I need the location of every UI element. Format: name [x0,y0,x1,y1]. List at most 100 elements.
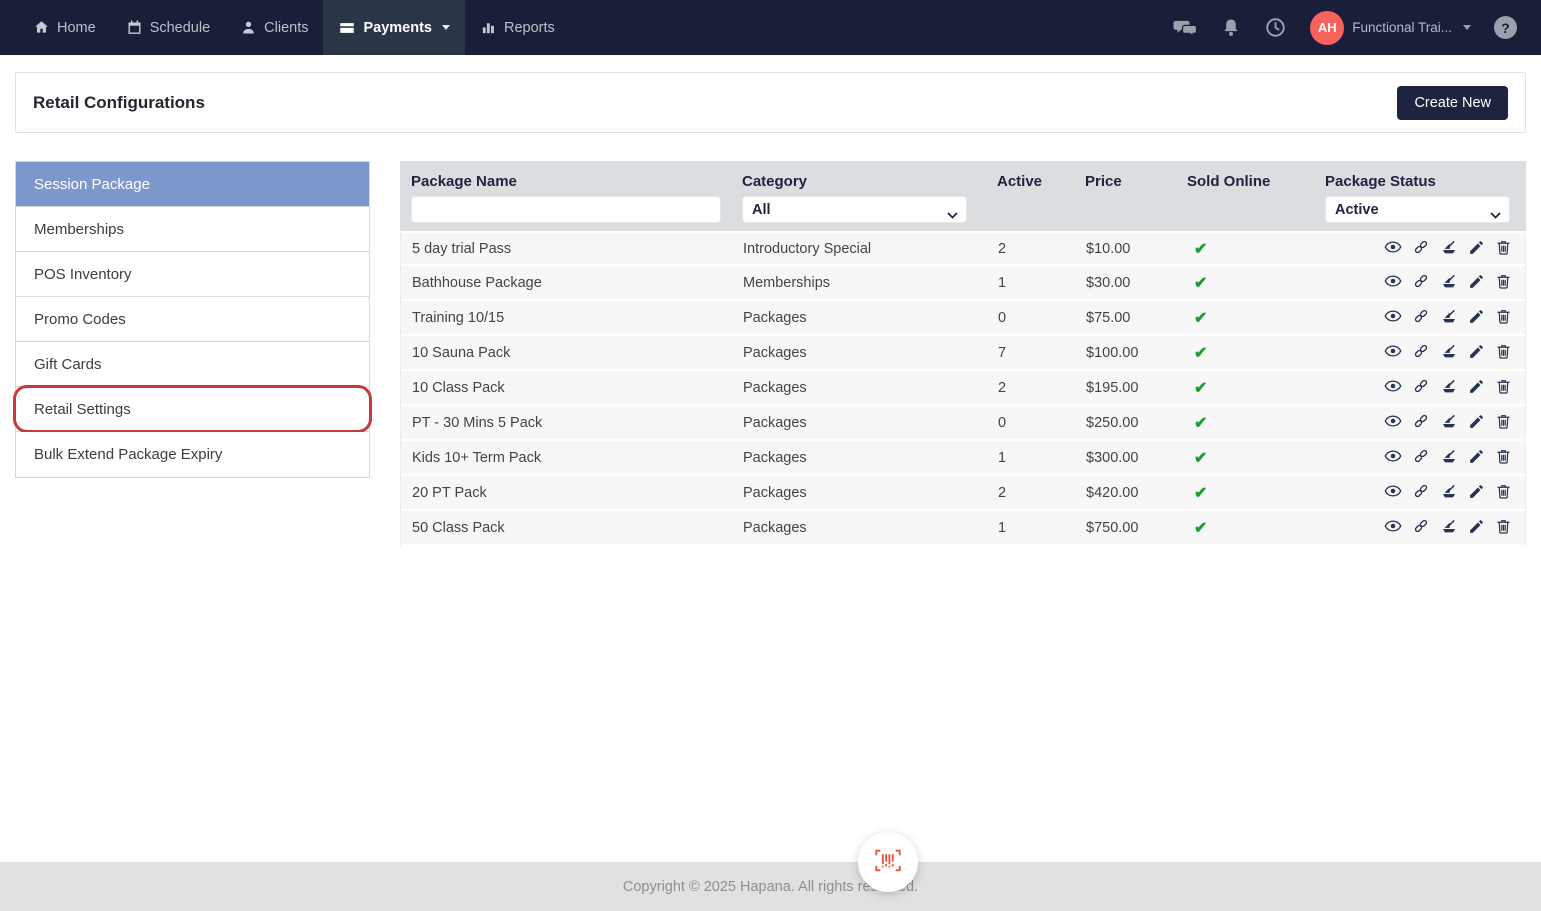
eye-icon [1384,482,1402,503]
import-button[interactable] [1440,238,1458,259]
delete-button[interactable] [1495,307,1512,328]
barcode-scan-button[interactable] [858,832,918,892]
edit-button[interactable] [1468,342,1485,363]
calendar-icon [126,19,143,36]
copy-link-button[interactable] [1412,238,1430,259]
pencil-icon [1468,239,1485,259]
sidebar-item-label: POS Inventory [34,266,132,283]
edit-button[interactable] [1468,272,1485,293]
active-count-cell: 0 [987,310,1075,326]
import-icon [1440,517,1458,538]
sidebar-item-retail-settings[interactable]: Retail Settings [16,387,369,432]
category-filter-select[interactable]: All [742,196,967,223]
edit-button[interactable] [1468,307,1485,328]
sidebar-item-pos-inventory[interactable]: POS Inventory [16,252,369,297]
sidebar-item-label: Bulk Extend Package Expiry [34,446,222,463]
delete-button[interactable] [1495,447,1512,468]
view-button[interactable] [1384,482,1402,503]
pencil-icon [1468,448,1485,468]
import-button[interactable] [1440,342,1458,363]
help-icon[interactable]: ? [1494,16,1517,39]
package-name-filter-input[interactable] [411,196,721,223]
pencil-icon [1468,308,1485,328]
copy-link-button[interactable] [1412,412,1430,433]
nav-tab-reports[interactable]: Reports [465,0,570,55]
view-button[interactable] [1384,272,1402,293]
sidebar-item-promo-codes[interactable]: Promo Codes [16,297,369,342]
delete-button[interactable] [1495,272,1512,293]
price-cell: $75.00 [1075,310,1177,326]
view-button[interactable] [1384,342,1402,363]
account-menu[interactable]: AH Functional Trai... [1310,11,1471,45]
trash-icon [1495,378,1512,398]
import-button[interactable] [1440,412,1458,433]
check-icon: ✔ [1194,380,1207,397]
nav-tab-home[interactable]: Home [18,0,111,55]
col-package-status: Package Status [1325,173,1526,190]
view-button[interactable] [1384,447,1402,468]
edit-button[interactable] [1468,517,1485,538]
nav-tab-schedule[interactable]: Schedule [111,0,225,55]
view-button[interactable] [1384,307,1402,328]
edit-button[interactable] [1468,377,1485,398]
nav-tab-payments[interactable]: Payments [323,0,465,55]
sidebar-item-session-package[interactable]: Session Package [16,162,369,207]
delete-button[interactable] [1495,482,1512,503]
price-cell: $195.00 [1075,380,1177,396]
edit-button[interactable] [1468,238,1485,259]
price-cell: $300.00 [1075,450,1177,466]
category-cell: Packages [732,310,987,326]
copy-link-button[interactable] [1412,307,1430,328]
view-button[interactable] [1384,517,1402,538]
copy-link-button[interactable] [1412,482,1430,503]
navbar-right: AH Functional Trai... ? [1173,0,1541,55]
import-button[interactable] [1440,482,1458,503]
import-button[interactable] [1440,377,1458,398]
price-cell: $30.00 [1075,275,1177,291]
delete-button[interactable] [1495,342,1512,363]
import-button[interactable] [1440,307,1458,328]
top-navbar: Home Schedule Clients Payments Reports A… [0,0,1541,55]
sidebar-item-gift-cards[interactable]: Gift Cards [16,342,369,387]
sidebar-item-bulk-extend-package-expiry[interactable]: Bulk Extend Package Expiry [16,432,369,477]
clock-icon[interactable] [1264,16,1287,39]
copy-link-button[interactable] [1412,342,1430,363]
active-count-cell: 1 [987,520,1075,536]
view-button[interactable] [1384,238,1402,259]
package-status-filter-select[interactable]: Active [1325,196,1510,223]
sidebar-item-memberships[interactable]: Memberships [16,207,369,252]
import-icon [1440,307,1458,328]
edit-button[interactable] [1468,412,1485,433]
import-button[interactable] [1440,517,1458,538]
import-button[interactable] [1440,272,1458,293]
row-actions [1315,447,1525,468]
sidebar-item-label: Gift Cards [34,356,102,373]
package-name-cell: 10 Class Pack [401,380,732,396]
check-icon: ✔ [1194,241,1207,258]
home-icon [33,19,50,36]
delete-button[interactable] [1495,517,1512,538]
chat-icon[interactable] [1173,17,1198,39]
delete-button[interactable] [1495,412,1512,433]
copy-link-button[interactable] [1412,447,1430,468]
bell-icon[interactable] [1221,17,1241,39]
create-new-button[interactable]: Create New [1397,86,1508,120]
delete-button[interactable] [1495,377,1512,398]
copy-link-button[interactable] [1412,377,1430,398]
nav-tab-clients[interactable]: Clients [225,0,323,55]
copy-link-button[interactable] [1412,272,1430,293]
edit-button[interactable] [1468,447,1485,468]
import-button[interactable] [1440,447,1458,468]
chevron-down-icon [442,25,450,30]
link-icon [1412,238,1430,259]
bar-chart-icon [480,19,497,36]
delete-button[interactable] [1495,238,1512,259]
check-icon: ✔ [1194,485,1207,502]
check-icon: ✔ [1194,520,1207,537]
table-row: PT - 30 Mins 5 Pack Packages 0 $250.00 ✔ [401,406,1525,441]
category-cell: Packages [732,345,987,361]
view-button[interactable] [1384,377,1402,398]
view-button[interactable] [1384,412,1402,433]
edit-button[interactable] [1468,482,1485,503]
copy-link-button[interactable] [1412,517,1430,538]
